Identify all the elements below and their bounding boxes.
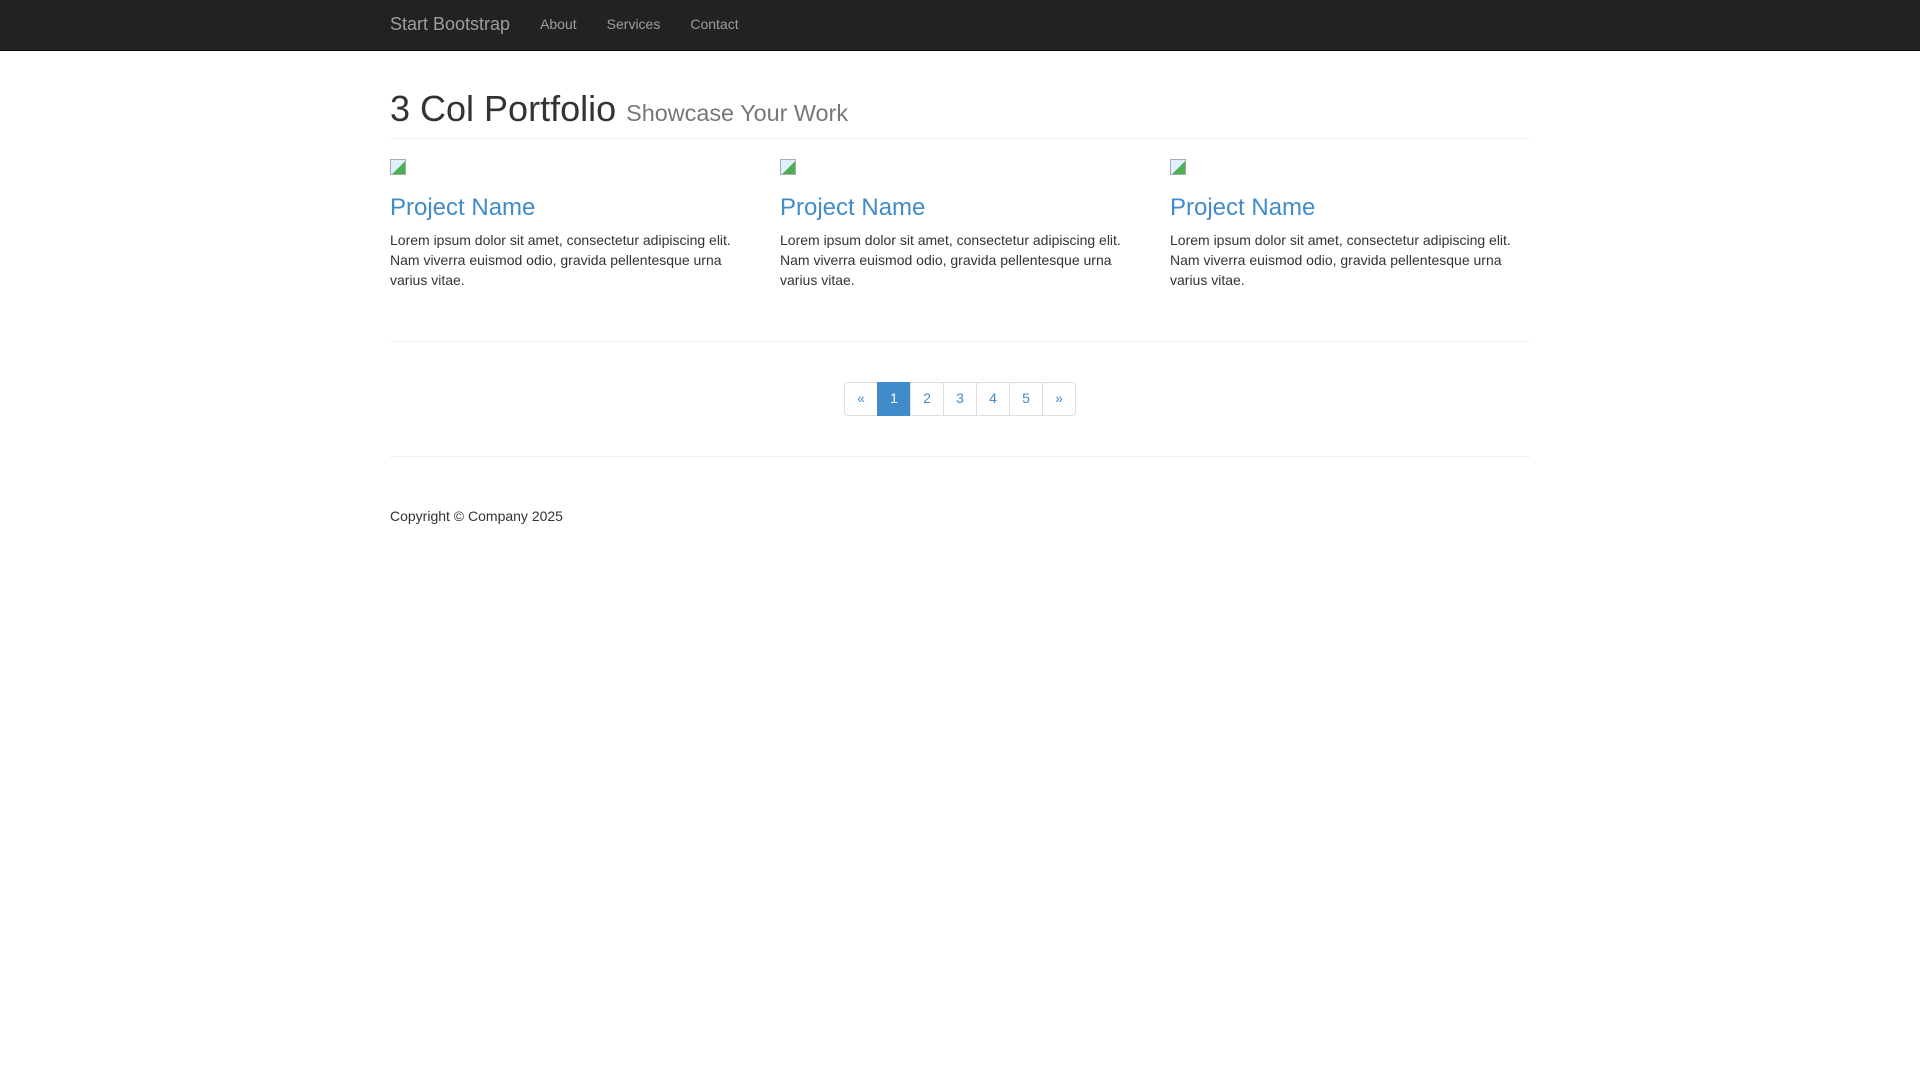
copyright: Copyright © Company 2025 [390,507,563,524]
nav-contact[interactable]: Contact [675,0,753,50]
pagination-page-2[interactable]: 2 [910,381,944,416]
navbar: Start Bootstrap About Services Contact [0,0,1920,51]
page-header: 3 Col Portfolio Showcase Your Work [390,89,1530,139]
pagination-prev[interactable]: « [844,381,878,416]
pagination-page-5[interactable]: 5 [1009,381,1043,416]
pagination-page-1[interactable]: 1 [877,381,911,416]
pagination: « 1 2 3 4 5 » [844,381,1076,416]
project-description: Lorem ipsum dolor sit amet, consectetur … [390,231,731,288]
pagination-next[interactable]: » [1042,381,1076,416]
page-title: 3 Col Portfolio Showcase Your Work [390,89,1530,129]
title-text: 3 Col Portfolio [390,88,617,129]
project-card: Project Name Lorem ipsum dolor sit amet,… [765,158,1155,291]
project-description: Lorem ipsum dolor sit amet, consectetur … [1170,231,1511,288]
footer: Copyright © Company 2025 [390,477,1530,527]
pagination-page-3[interactable]: 3 [943,381,977,416]
divider [390,340,1530,342]
project-card: Project Name Lorem ipsum dolor sit amet,… [375,158,765,291]
project-image-link[interactable] [1170,158,1530,175]
divider [390,455,1530,457]
nav-services[interactable]: Services [592,0,676,50]
project-card: Project Name Lorem ipsum dolor sit amet,… [1155,158,1545,291]
broken-image-icon [390,158,406,175]
project-image-link[interactable] [390,158,750,175]
brand-link[interactable]: Start Bootstrap [390,12,510,38]
nav-about[interactable]: About [525,0,592,50]
project-title-link[interactable]: Project Name [390,194,535,221]
project-description: Lorem ipsum dolor sit amet, consectetur … [780,231,1121,288]
project-title-link[interactable]: Project Name [780,194,925,221]
pagination-page-4[interactable]: 4 [976,381,1010,416]
broken-image-icon [780,158,796,175]
page-subtitle: Showcase Your Work [626,100,849,126]
broken-image-icon [1170,158,1186,175]
project-image-link[interactable] [780,158,1140,175]
project-title-link[interactable]: Project Name [1170,194,1315,221]
